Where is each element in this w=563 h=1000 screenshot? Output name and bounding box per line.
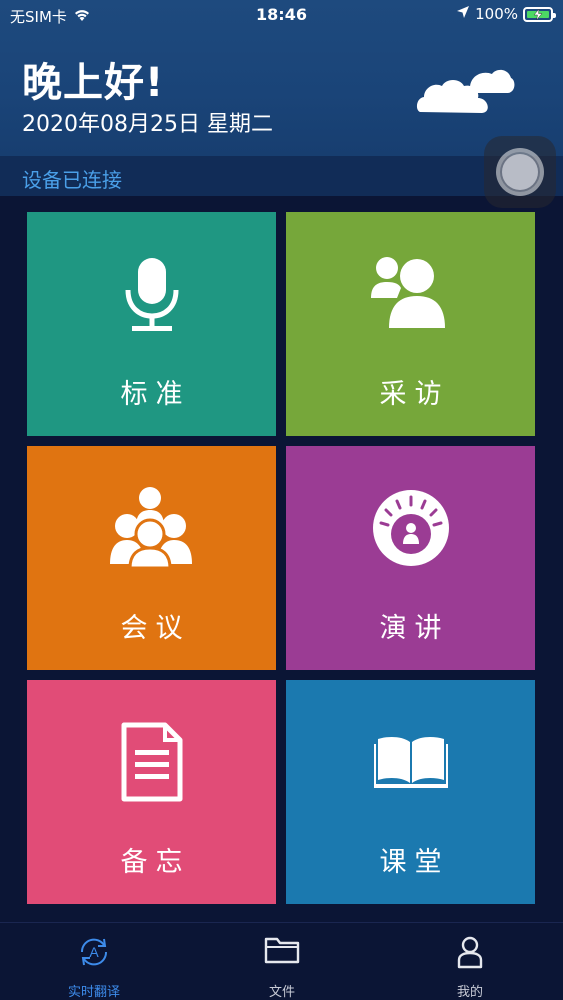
mode-tile-interview[interactable]: 采访 <box>286 212 535 436</box>
location-arrow-icon <box>456 5 470 23</box>
mode-label: 采访 <box>379 379 450 410</box>
greeting-title: 晚上好! <box>22 60 165 106</box>
person-icon <box>376 935 563 969</box>
assistive-touch-button[interactable] <box>484 136 556 208</box>
status-right: 100% <box>456 5 556 23</box>
mode-label: 备忘 <box>120 847 191 878</box>
tab-label: 实时翻译 <box>67 985 120 1000</box>
tab-realtime-translate[interactable]: A 实时翻译 <box>0 923 188 1000</box>
tab-bar: A 实时翻译 文件 我的 <box>0 922 563 1000</box>
mode-tile-speech[interactable]: 演讲 <box>286 446 535 670</box>
status-bar: 无SIM卡 18:46 100% <box>0 0 563 30</box>
battery-percent: 100% <box>475 5 518 23</box>
battery-charging-icon <box>523 6 556 22</box>
tab-mine[interactable]: 我的 <box>376 923 563 1000</box>
speaker-podium-icon <box>286 488 535 568</box>
tab-label: 我的 <box>456 985 483 1000</box>
connection-bar: 设备已连接 <box>0 156 563 196</box>
tab-files[interactable]: 文件 <box>188 923 376 1000</box>
open-book-icon <box>286 734 535 790</box>
connection-status[interactable]: 设备已连接 <box>22 164 122 193</box>
mode-label: 标准 <box>120 379 191 410</box>
microphone-icon <box>27 254 276 334</box>
mode-tile-meeting[interactable]: 会议 <box>27 446 276 670</box>
mode-label: 会议 <box>120 613 191 644</box>
folder-icon <box>188 935 376 965</box>
translate-icon: A <box>0 935 188 969</box>
mode-label: 演讲 <box>379 613 450 644</box>
header: 无SIM卡 18:46 100% 晚上好! 2020年08月25日 星期二 <box>0 0 563 156</box>
mode-tile-standard[interactable]: 标准 <box>27 212 276 436</box>
date-label: 2020年08月25日 星期二 <box>22 112 273 137</box>
document-icon <box>27 722 276 802</box>
mode-tile-memo[interactable]: 备忘 <box>27 680 276 904</box>
group-icon <box>27 486 276 568</box>
tab-label: 文件 <box>268 985 295 1000</box>
mode-tile-classroom[interactable]: 课堂 <box>286 680 535 904</box>
mode-label: 课堂 <box>379 847 450 878</box>
cloud-icon <box>416 66 516 122</box>
two-people-icon <box>286 254 535 330</box>
svg-text:A: A <box>89 944 99 960</box>
